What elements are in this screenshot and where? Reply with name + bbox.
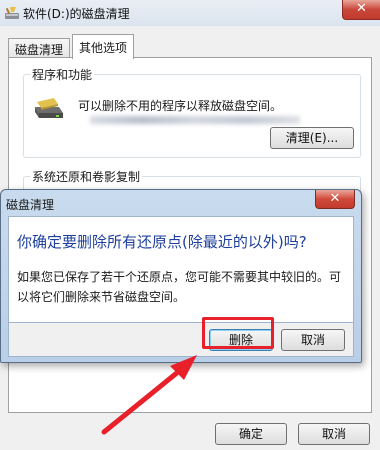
annotation-arrow-icon <box>101 355 197 435</box>
